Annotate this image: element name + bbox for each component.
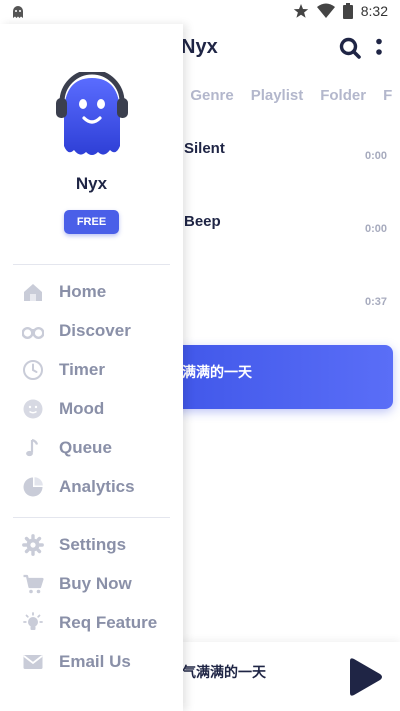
face-icon (23, 399, 43, 419)
cart-icon (23, 574, 44, 594)
pie-chart-icon (23, 477, 43, 497)
menu-label: Mood (59, 399, 105, 418)
profile-name: Nyx (75, 174, 108, 193)
menu-label: Home (59, 282, 107, 301)
menu-item-discover[interactable]: Discover (0, 314, 183, 348)
tab-playlist[interactable]: Playlist (251, 87, 304, 104)
app-notification-icon (13, 6, 23, 18)
track-name: Silent (184, 140, 225, 157)
menu-item-email-us[interactable]: Email Us (0, 645, 183, 679)
app-title: Nyx (181, 36, 218, 58)
menu-item-analytics[interactable]: Analytics (0, 470, 183, 504)
status-bar: 8:32 (0, 0, 400, 24)
tab-more[interactable]: F (383, 87, 392, 104)
track-name: Beep (184, 213, 221, 230)
wifi-icon (316, 3, 335, 18)
menu-label: Settings (59, 535, 127, 554)
battery-icon (342, 3, 353, 19)
track-duration: 0:00 (364, 150, 387, 162)
tab-genre[interactable]: Genre (190, 87, 233, 104)
category-tabs: st Genre Playlist Folder F (160, 87, 392, 104)
menu-item-settings[interactable]: Settings (0, 528, 183, 562)
menu-label: Analytics (59, 477, 135, 496)
now-playing-title: 气满满的一天 (182, 665, 266, 681)
track-duration: 0:37 (364, 296, 387, 308)
star-icon (293, 4, 308, 18)
active-track-name: 满满的一天 (182, 365, 252, 381)
menu-item-home[interactable]: Home (0, 275, 183, 309)
gear-icon (22, 534, 44, 556)
menu-item-req-feature[interactable]: Req Feature (0, 606, 183, 640)
navigation-drawer: Nyx FREE Home Discover Timer Mood Queue … (0, 24, 183, 711)
menu-item-timer[interactable]: Timer (0, 353, 183, 387)
menu-label: Req Feature (59, 613, 158, 632)
menu-item-buy-now[interactable]: Buy Now (0, 567, 183, 601)
clock-time: 8:32 (360, 3, 388, 19)
tab-folder[interactable]: Folder (320, 87, 366, 104)
more-options-icon[interactable] (375, 38, 383, 60)
menu-label: Discover (59, 321, 131, 340)
divider (13, 517, 170, 518)
plan-badge[interactable]: FREE (64, 210, 119, 234)
menu-label: Queue (59, 438, 112, 457)
mail-icon (23, 655, 43, 669)
menu-label: Email Us (59, 652, 131, 671)
bulb-icon (23, 612, 43, 630)
search-icon[interactable] (339, 37, 361, 59)
avatar (56, 72, 128, 155)
active-track-card[interactable]: 满满的一天 (150, 345, 393, 409)
binoculars-icon (22, 327, 44, 339)
menu-item-queue[interactable]: Queue (0, 431, 183, 465)
menu-label: Timer (59, 360, 105, 379)
divider (13, 264, 170, 265)
play-button[interactable] (344, 656, 384, 698)
music-note-icon (26, 438, 39, 457)
home-icon (24, 284, 42, 301)
clock-icon (23, 360, 43, 380)
menu-label: Buy Now (59, 574, 132, 593)
track-duration: 0:00 (364, 223, 387, 235)
menu-item-mood[interactable]: Mood (0, 392, 183, 426)
